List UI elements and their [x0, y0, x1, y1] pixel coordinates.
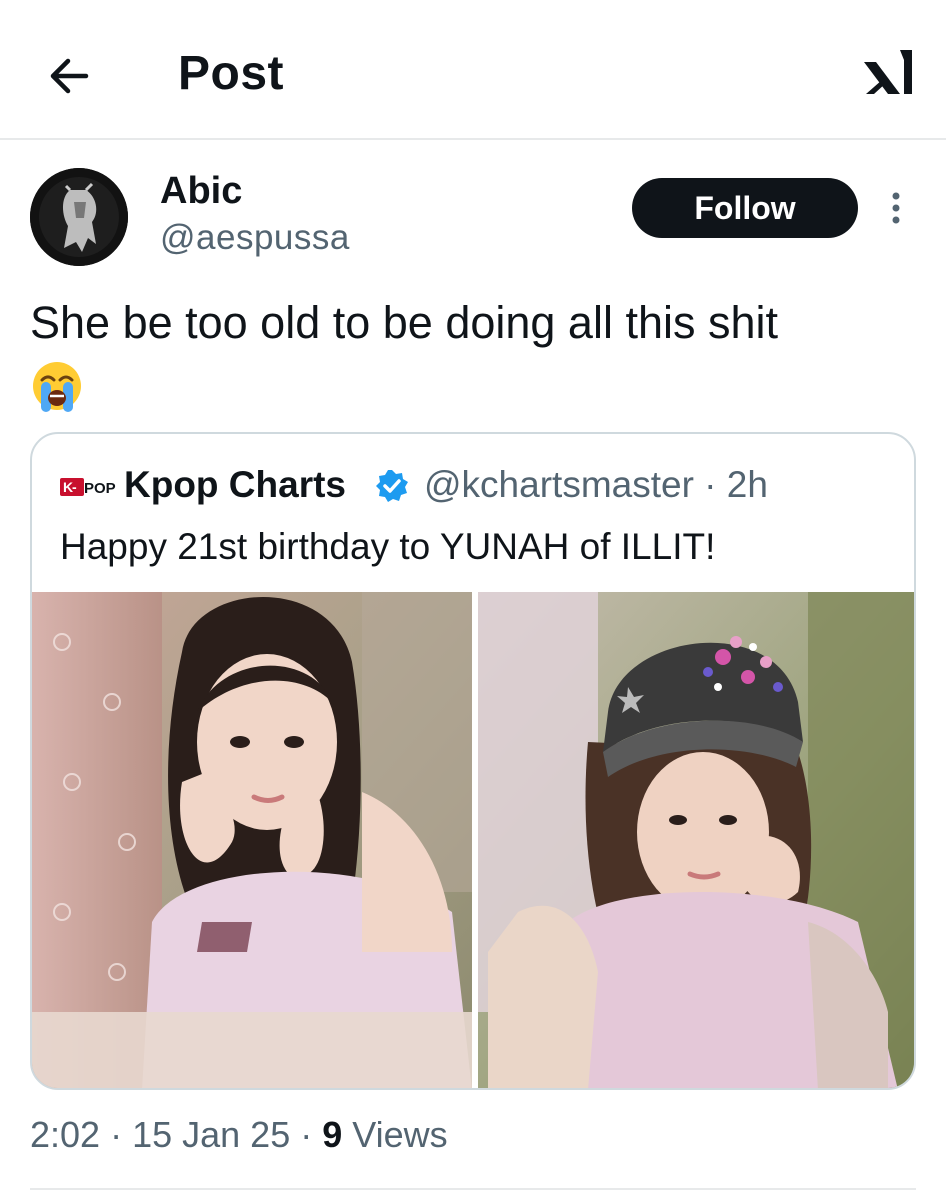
post-time: 2:02 [30, 1114, 101, 1155]
svg-text:POP: POP [84, 480, 116, 497]
quoted-author-name[interactable]: Kpop Charts [124, 464, 346, 506]
back-button[interactable] [44, 50, 96, 102]
quoted-meta: @kchartsmaster · 2h [424, 464, 768, 506]
meta-separator: · [693, 464, 727, 505]
post-timestamp: 2:02 · 15 Jan 25 · 9 Views [30, 1114, 448, 1156]
views-label-space [342, 1114, 352, 1155]
x-logo-icon[interactable] [860, 48, 916, 100]
meta-separator: · [100, 1114, 133, 1155]
views-count[interactable]: 9 [322, 1114, 342, 1155]
meta-separator: · [290, 1114, 323, 1155]
views-label: Views [352, 1114, 448, 1155]
more-options-button[interactable] [884, 190, 908, 226]
follow-button[interactable]: Follow [632, 178, 858, 238]
post-date: 15 Jan 25 [132, 1114, 291, 1155]
post-text: She be too old to be doing all this shit [30, 297, 779, 348]
quoted-photo-1[interactable] [32, 592, 472, 1088]
divider [30, 1188, 916, 1190]
author-handle[interactable]: @aespussa [160, 218, 350, 258]
verified-badge-icon [374, 468, 410, 504]
loudly-crying-face-icon [30, 360, 84, 414]
page-title: Post [178, 47, 285, 100]
arrow-left-icon [50, 58, 89, 94]
quoted-photo-2[interactable] [478, 592, 914, 1088]
avatar[interactable] [30, 168, 128, 266]
more-vertical-icon [892, 192, 900, 224]
quoted-post-text: Happy 21st birthday to YUNAH of ILLIT! [60, 526, 716, 567]
quoted-author-handle[interactable]: @kchartsmaster [424, 464, 694, 505]
quoted-post-card[interactable]: K - POP Kpop Charts @kchartsmaster · 2h … [30, 432, 916, 1090]
top-bar: Post [0, 0, 946, 140]
author-display-name[interactable]: Abic [160, 170, 242, 213]
svg-text:-: - [72, 479, 77, 495]
quoted-post-time: 2h [726, 464, 768, 505]
